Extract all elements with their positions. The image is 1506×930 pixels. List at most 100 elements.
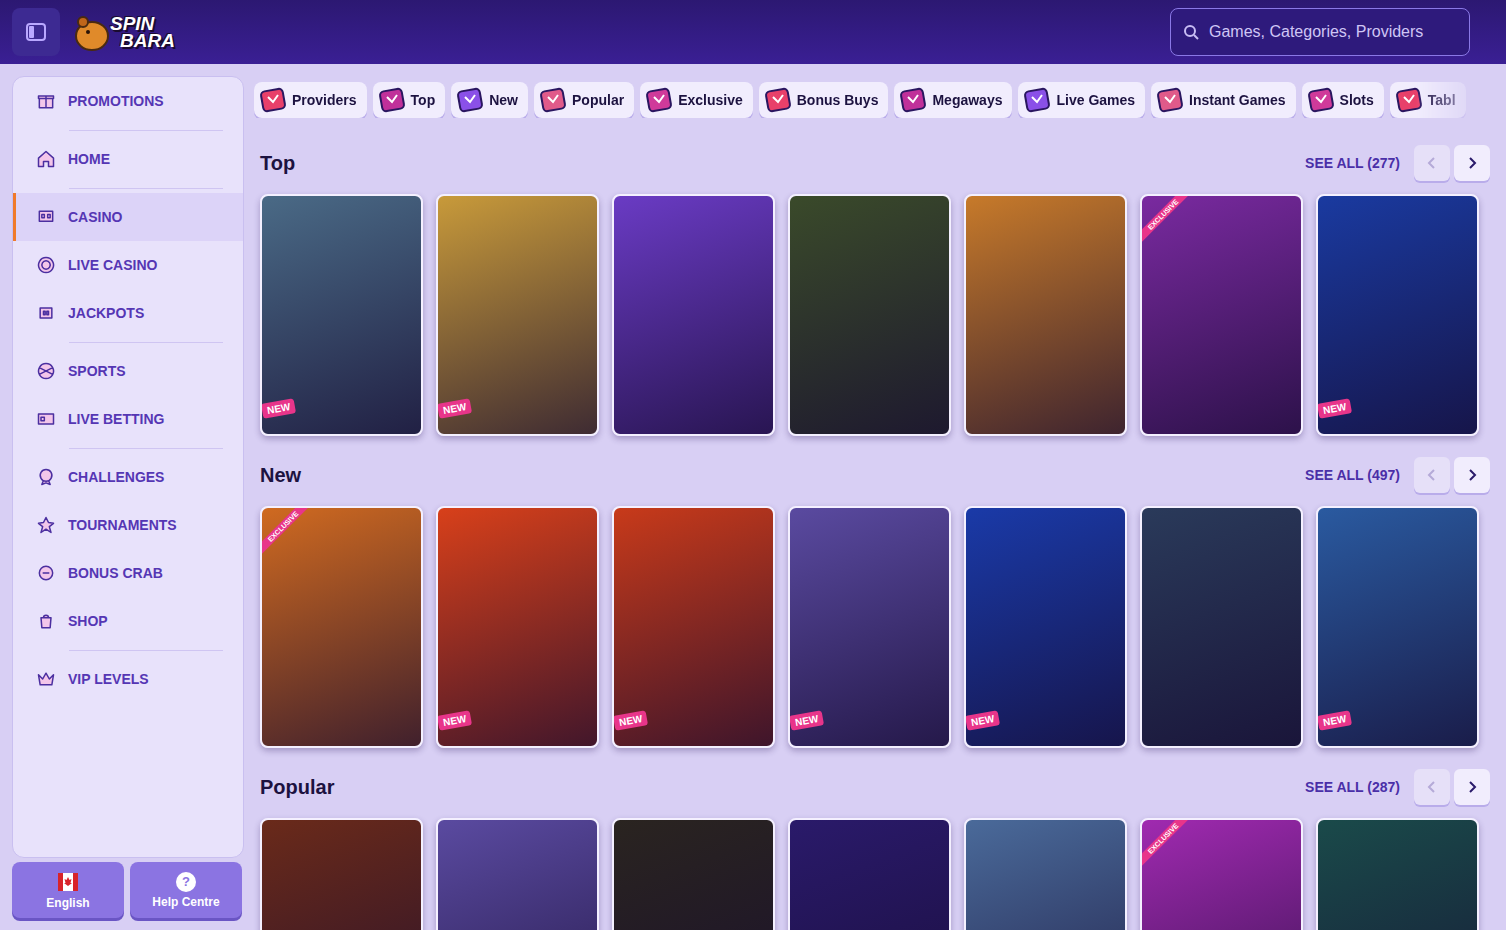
sidebar-item[interactable]: HOME [13, 135, 243, 183]
sidebar-item[interactable]: SPORTS [13, 347, 243, 395]
language-button[interactable]: English [12, 862, 124, 918]
menu-icon [36, 515, 56, 535]
game-tile[interactable]: NEW [436, 506, 599, 748]
game-tile[interactable]: NEW [788, 506, 951, 748]
category-pill[interactable]: Popular [534, 82, 634, 118]
category-pill[interactable]: New [451, 82, 528, 118]
next-button[interactable] [1454, 145, 1490, 181]
menu-icon [36, 207, 56, 227]
game-row: EXCLUSIVENEWNEWNEWNEWNEW [260, 506, 1490, 748]
game-tile[interactable]: NEW [260, 194, 423, 436]
game-tile[interactable] [788, 818, 951, 930]
logo-line: SPIN [110, 15, 175, 32]
section-header: Popular SEE ALL (287) [260, 770, 1490, 804]
category-pill[interactable]: Bonus Buys [759, 82, 889, 118]
game-tile[interactable]: NEW [1316, 194, 1479, 436]
category-icon [1394, 85, 1424, 115]
game-tile[interactable] [964, 818, 1127, 930]
prev-button[interactable] [1414, 769, 1450, 805]
sidebar-item[interactable]: SHOP [13, 597, 243, 645]
next-button[interactable] [1454, 457, 1490, 493]
search-icon [1183, 24, 1199, 40]
sidebar-item[interactable]: LIVE CASINO [13, 241, 243, 289]
section-header: Top SEE ALL (277) [260, 146, 1490, 180]
category-pill[interactable]: Top [373, 82, 446, 118]
category-icon [1306, 85, 1336, 115]
sidebar-item[interactable]: LIVE BETTING [13, 395, 243, 443]
section-title: Popular [260, 776, 334, 799]
category-pill[interactable]: Slots [1302, 82, 1384, 118]
category-icon [644, 85, 674, 115]
game-tile[interactable] [1316, 818, 1479, 930]
sidebar-toggle[interactable] [12, 8, 60, 56]
section-title: New [260, 464, 301, 487]
sidebar-item[interactable]: CASINO [13, 193, 243, 241]
casino-page: SPIN BARA PROMOTIONS HOME CASINO LIVE CA… [0, 0, 1506, 930]
category-icon [455, 85, 485, 115]
game-section: New SEE ALL (497) EXCLUSIVENEWNEWNEWNEWN… [260, 458, 1490, 748]
category-pill[interactable]: Providers [254, 82, 367, 118]
game-tile[interactable]: NEW [612, 506, 775, 748]
game-tile[interactable]: NEW [1316, 506, 1479, 748]
game-tile[interactable] [612, 818, 775, 930]
sidebar-item[interactable]: BONUS CRAB [13, 549, 243, 597]
capybara-icon [74, 12, 110, 52]
game-row: EXCLUSIVE [260, 818, 1490, 930]
menu-icon [36, 361, 56, 381]
sidebar-item[interactable]: CHALLENGES [13, 453, 243, 501]
new-badge: NEW [261, 398, 296, 419]
menu-icon [36, 303, 56, 323]
game-tile[interactable]: NEW [436, 194, 599, 436]
category-pill[interactable]: Megaways [894, 82, 1012, 118]
game-tile[interactable] [612, 194, 775, 436]
chevron-left-icon [1425, 156, 1439, 170]
separator [69, 448, 223, 449]
next-button[interactable] [1454, 769, 1490, 805]
separator [69, 188, 223, 189]
exclusive-ribbon: EXCLUSIVE [1140, 194, 1198, 250]
game-tile[interactable] [260, 818, 423, 930]
logo[interactable]: SPIN BARA [74, 12, 175, 52]
category-pill[interactable]: Tabl [1390, 82, 1466, 118]
game-tile[interactable]: EXCLUSIVE [1140, 818, 1303, 930]
new-badge: NEW [1317, 398, 1352, 419]
chevron-right-icon [1465, 156, 1479, 170]
new-badge: NEW [789, 710, 824, 731]
sidebar-item[interactable]: VIP LEVELS [13, 655, 243, 703]
section-header: New SEE ALL (497) [260, 458, 1490, 492]
search-box[interactable] [1170, 8, 1470, 56]
menu-icon [36, 255, 56, 275]
game-tile[interactable]: EXCLUSIVE [260, 506, 423, 748]
see-all-link[interactable]: SEE ALL (497) [1305, 467, 1400, 483]
see-all-link[interactable]: SEE ALL (287) [1305, 779, 1400, 795]
prev-button[interactable] [1414, 457, 1450, 493]
exclusive-ribbon: EXCLUSIVE [1140, 818, 1198, 874]
sidebar-footer: English? Help Centre [12, 862, 244, 918]
sidebar-item[interactable]: PROMOTIONS [13, 77, 243, 125]
game-tile[interactable]: NEW [964, 506, 1127, 748]
category-pill[interactable]: Live Games [1018, 82, 1145, 118]
help-button[interactable]: ? Help Centre [130, 862, 242, 918]
category-icon [763, 85, 793, 115]
category-icon [1022, 85, 1052, 115]
search-input[interactable] [1207, 22, 1457, 42]
menu-icon [36, 149, 56, 169]
category-pill[interactable]: Instant Games [1151, 82, 1295, 118]
canada-flag-icon [57, 871, 79, 893]
sidebar-item[interactable]: TOURNAMENTS [13, 501, 243, 549]
sidebar-item[interactable]: JACKPOTS [13, 289, 243, 337]
prev-button[interactable] [1414, 145, 1450, 181]
category-icon [1155, 85, 1185, 115]
category-pill[interactable]: Exclusive [640, 82, 753, 118]
game-tile[interactable] [788, 194, 951, 436]
category-icon [377, 85, 407, 115]
panel-icon [24, 20, 48, 44]
game-tile[interactable] [436, 818, 599, 930]
see-all-link[interactable]: SEE ALL (277) [1305, 155, 1400, 171]
new-badge: NEW [437, 398, 472, 419]
game-tile[interactable] [1140, 506, 1303, 748]
new-badge: NEW [965, 710, 1000, 731]
category-bar: Providers Top New Popular Exclusive Bonu… [254, 82, 1490, 118]
game-tile[interactable] [964, 194, 1127, 436]
game-tile[interactable]: EXCLUSIVE [1140, 194, 1303, 436]
